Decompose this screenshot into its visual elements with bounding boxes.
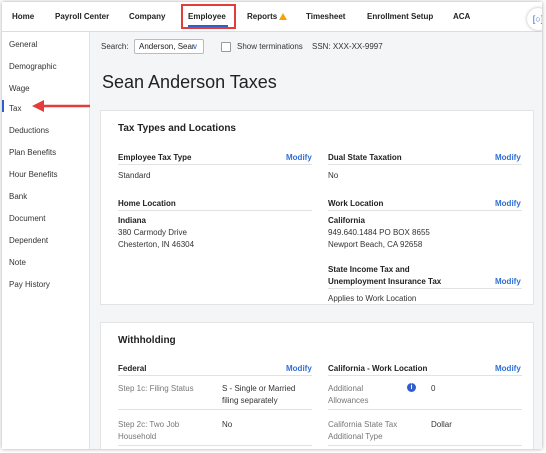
sidebar-item-hour-benefits[interactable]: Hour Benefits [9,170,57,179]
modify-california-link[interactable]: Modify [495,364,521,373]
divider [118,164,312,165]
step2c-value: No [222,420,233,429]
california-label: California - Work Location [328,364,428,373]
sidebar-item-plan-benefits[interactable]: Plan Benefits [9,148,56,157]
home-city: Chesterton, IN 46304 [118,240,195,249]
state-income-value: Applies to Work Location [328,294,417,303]
withholding-card: Withholding Federal Modify Step 1c: Fili… [100,322,534,449]
federal-label: Federal [118,364,147,373]
ssn-display: SSN: XXX-XX-9997 [312,42,383,51]
sidebar-item-wage[interactable]: Wage [9,84,30,93]
sidebar-item-document[interactable]: Document [9,214,45,223]
additional-allowances-label-1: Additional [328,384,364,393]
ca-tax-type-label-1: California State Tax [328,420,398,429]
warning-icon [279,13,288,20]
step1c-value-2: filing separately [222,396,278,405]
state-income-label-1: State Income Tax and [328,265,410,274]
modify-state-income-link[interactable]: Modify [495,277,521,286]
tax-types-card: Tax Types and Locations Employee Tax Typ… [100,110,534,305]
search-label: Search: [101,42,129,51]
modify-employee-tax-type-link[interactable]: Modify [286,153,312,162]
nav-company[interactable]: Company [129,12,165,21]
work-address: 949.640.1484 PO BOX 8655 [328,228,430,237]
info-icon[interactable]: i [407,383,416,392]
step2c-label-1: Step 2c: Two Job [118,420,180,429]
card-title: Withholding [118,335,176,346]
chevron-down-icon: ∨ [192,42,198,51]
employee-search-select[interactable]: Anderson, Sear ∨ [134,39,204,54]
nav-enrollment-setup[interactable]: Enrollment Setup [367,12,433,21]
step1c-label: Step 1c: Filing Status [118,384,194,393]
show-terminations-label: Show terminations [237,42,303,51]
main-content: Search: Anderson, Sear ∨ Show terminatio… [90,32,542,449]
sidebar-item-deductions[interactable]: Deductions [9,126,49,135]
employee-tax-type-label: Employee Tax Type [118,153,192,162]
nav-timesheet[interactable]: Timesheet [306,12,345,21]
additional-allowances-label-2: Allowances [328,396,369,405]
home-state: Indiana [118,216,147,225]
home-location-label: Home Location [118,199,176,208]
divider [118,445,312,446]
step2c-label-2: Household [118,432,157,441]
work-state: California [328,216,365,225]
nav-payroll-center[interactable]: Payroll Center [55,12,109,21]
modify-dual-state-link[interactable]: Modify [495,153,521,162]
card-title: Tax Types and Locations [118,123,236,134]
search-value: Anderson, Sear [139,42,195,51]
sidebar-item-note[interactable]: Note [9,258,26,267]
divider [328,409,522,410]
state-income-label-2: Unemployment Insurance Tax [328,277,442,286]
ca-tax-type-label-2: Additional Type [328,432,383,441]
step1c-value-1: S - Single or Married [222,384,296,393]
show-terminations-checkbox[interactable] [221,42,231,52]
sidebar: General Demographic Wage Tax Deductions … [2,32,90,449]
app-window: Home Payroll Center Company Employee Rep… [2,2,542,449]
employee-tax-type-value: Standard [118,171,151,180]
sidebar-item-tax[interactable]: Tax [9,104,21,113]
divider [328,445,522,446]
screenshot-icon[interactable]: [○] [527,8,542,30]
work-location-label: Work Location [328,199,384,208]
modify-work-location-link[interactable]: Modify [495,199,521,208]
top-nav: Home Payroll Center Company Employee Rep… [2,2,542,32]
sidebar-item-pay-history[interactable]: Pay History [9,280,50,289]
divider [328,288,522,289]
sidebar-active-indicator [2,100,4,112]
nav-reports-label: Reports [247,12,278,21]
sidebar-item-bank[interactable]: Bank [9,192,27,201]
sidebar-item-general[interactable]: General [9,40,37,49]
divider [118,409,312,410]
nav-aca[interactable]: ACA [453,12,470,21]
home-address: 380 Carmody Drive [118,228,187,237]
divider [328,375,522,376]
nav-active-underline [188,25,228,27]
modify-federal-link[interactable]: Modify [286,364,312,373]
divider [118,210,312,211]
page-title: Sean Anderson Taxes [102,72,277,92]
sidebar-item-dependent[interactable]: Dependent [9,236,48,245]
dual-state-label: Dual State Taxation [328,153,402,162]
work-city: Newport Beach, CA 92658 [328,240,423,249]
additional-allowances-value: 0 [431,384,436,393]
divider [118,375,312,376]
nav-reports[interactable]: Reports [247,12,288,21]
divider [328,164,522,165]
red-arrow-icon [32,100,91,112]
ca-tax-type-value: Dollar [431,420,452,429]
nav-home[interactable]: Home [12,12,34,21]
sidebar-item-demographic[interactable]: Demographic [9,62,57,71]
dual-state-value: No [328,171,339,180]
divider [328,210,522,211]
